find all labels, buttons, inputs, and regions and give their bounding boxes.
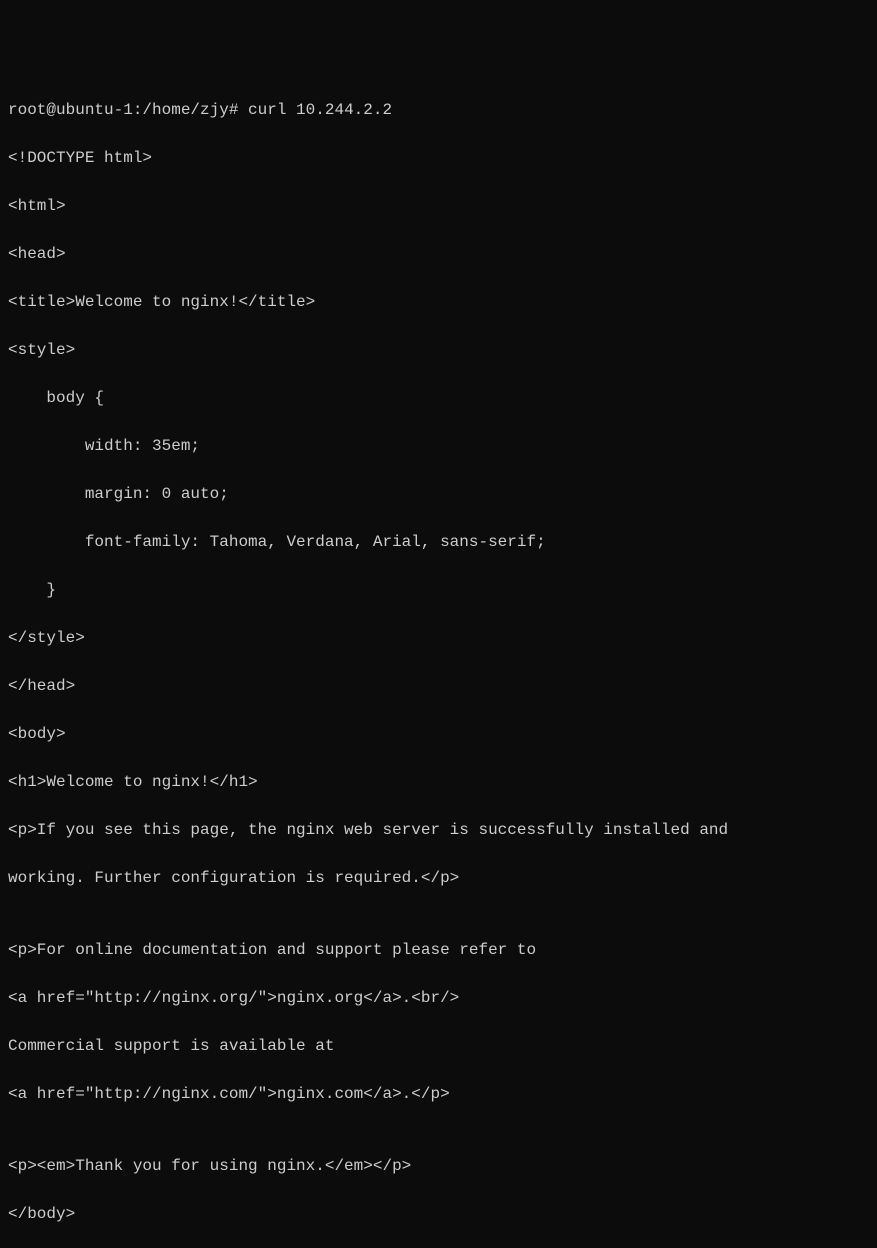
terminal-output-line: } bbox=[8, 578, 869, 602]
terminal-output-line: <p><em>Thank you for using nginx.</em></… bbox=[8, 1154, 869, 1178]
terminal-output-line: body { bbox=[8, 386, 869, 410]
terminal-output-line: <style> bbox=[8, 338, 869, 362]
terminal-output-line: margin: 0 auto; bbox=[8, 482, 869, 506]
terminal-output-line: <body> bbox=[8, 722, 869, 746]
terminal-output-line: working. Further configuration is requir… bbox=[8, 866, 869, 890]
terminal-output-line: <h1>Welcome to nginx!</h1> bbox=[8, 770, 869, 794]
terminal-output-line: </body> bbox=[8, 1202, 869, 1226]
terminal-command-line[interactable]: root@ubuntu-1:/home/zjy# curl 10.244.2.2 bbox=[8, 98, 869, 122]
terminal-output-line: </head> bbox=[8, 674, 869, 698]
terminal-output-line: font-family: Tahoma, Verdana, Arial, san… bbox=[8, 530, 869, 554]
terminal-output-line: <!DOCTYPE html> bbox=[8, 146, 869, 170]
terminal-output-line: <p>If you see this page, the nginx web s… bbox=[8, 818, 869, 842]
terminal-output-line: width: 35em; bbox=[8, 434, 869, 458]
terminal-output-line: Commercial support is available at bbox=[8, 1034, 869, 1058]
terminal-output-line: <a href="http://nginx.org/">nginx.org</a… bbox=[8, 986, 869, 1010]
terminal-output-line: <head> bbox=[8, 242, 869, 266]
terminal-prompt: root@ubuntu-1:/home/zjy# bbox=[8, 101, 248, 119]
terminal-output-line: <html> bbox=[8, 194, 869, 218]
terminal-command: curl 10.244.2.2 bbox=[248, 101, 392, 119]
terminal-output-line: <title>Welcome to nginx!</title> bbox=[8, 290, 869, 314]
terminal-output-line: <a href="http://nginx.com/">nginx.com</a… bbox=[8, 1082, 869, 1106]
terminal-output-line: <p>For online documentation and support … bbox=[8, 938, 869, 962]
terminal-output-line: </style> bbox=[8, 626, 869, 650]
